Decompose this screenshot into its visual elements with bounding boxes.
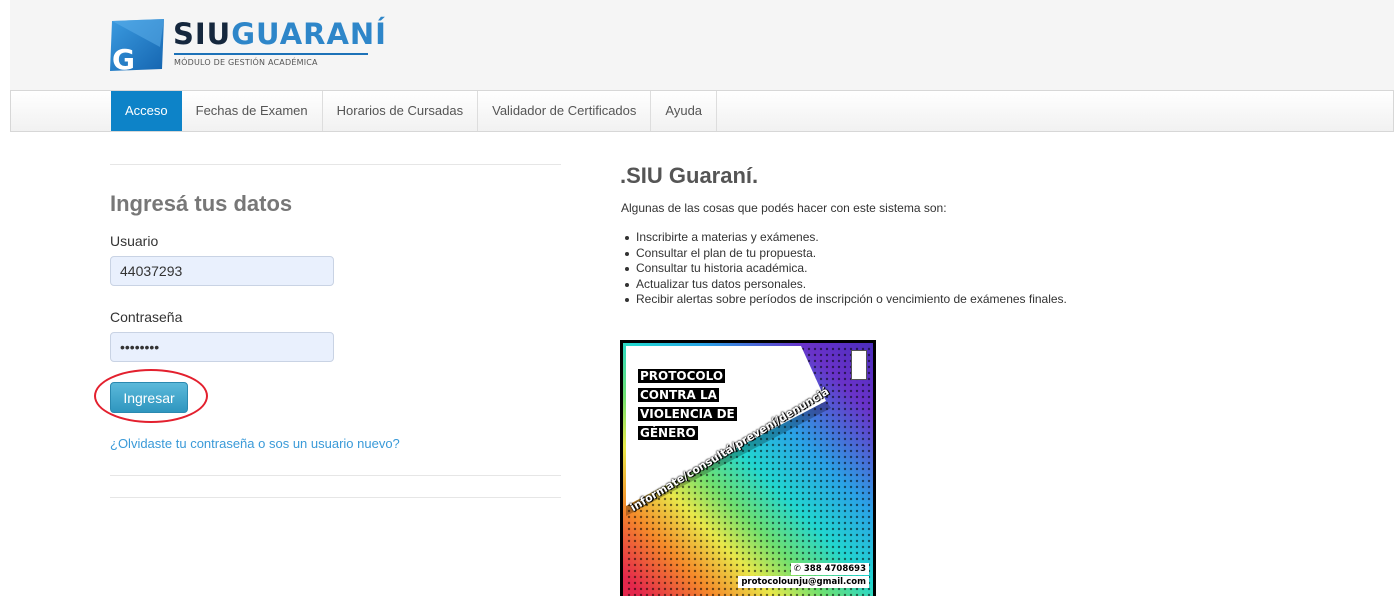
brand-siu: SIU bbox=[173, 17, 232, 51]
features-list: Inscribirte a materias y exámenes. Consu… bbox=[621, 230, 1067, 308]
nav-item-acceso[interactable]: Acceso bbox=[111, 91, 182, 131]
info-title: .SIU Guaraní. bbox=[620, 163, 759, 188]
poster-phone: ✆ 388 4708693 bbox=[790, 563, 869, 575]
poster-phone-number: 388 4708693 bbox=[803, 564, 866, 574]
poster-title-line: GÉNERO bbox=[638, 426, 698, 440]
user-label: Usuario bbox=[110, 233, 159, 249]
main-navbar: Acceso Fechas de Examen Horarios de Curs… bbox=[10, 90, 1394, 132]
info-intro: Algunas de las cosas que podés hacer con… bbox=[621, 201, 947, 215]
list-item: Recibir alertas sobre períodos de inscri… bbox=[621, 292, 1067, 308]
nav-item-fechas-de-examen[interactable]: Fechas de Examen bbox=[182, 91, 323, 131]
university-seal-icon bbox=[851, 350, 867, 380]
nav-item-validador-de-certificados[interactable]: Validador de Certificados bbox=[478, 91, 652, 131]
brand-guarani: GUARANÍ bbox=[231, 17, 387, 51]
siu-guarani-logo-icon: G bbox=[110, 19, 164, 73]
list-item: Consultar el plan de tu propuesta. bbox=[621, 246, 1067, 262]
user-input[interactable] bbox=[110, 256, 334, 286]
poster-gradient-background: PROTOCOLO CONTRA LA VIOLENCIA DE GÉNERO … bbox=[623, 343, 873, 596]
poster-title: PROTOCOLO CONTRA LA VIOLENCIA DE GÉNERO bbox=[638, 367, 737, 443]
nav-menu: Acceso Fechas de Examen Horarios de Curs… bbox=[111, 91, 718, 131]
svg-text:G: G bbox=[112, 43, 135, 73]
brand-subtitle: MÓDULO DE GESTIÓN ACADÉMICA bbox=[174, 58, 318, 67]
password-label: Contraseña bbox=[110, 309, 183, 325]
highlight-circle-annotation bbox=[94, 369, 208, 423]
brand-underline bbox=[174, 53, 368, 55]
list-item: Consultar tu historia académica. bbox=[621, 261, 1067, 277]
divider-top bbox=[110, 164, 561, 165]
poster-title-line: PROTOCOLO bbox=[638, 369, 726, 383]
poster-title-line: CONTRA LA bbox=[638, 388, 719, 402]
list-item: Inscribirte a materias y exámenes. bbox=[621, 230, 1067, 246]
forgot-password-link[interactable]: ¿Olvidaste tu contraseña o sos un usuari… bbox=[110, 436, 400, 451]
divider-middle bbox=[110, 475, 561, 476]
poster-email: protocolounju@gmail.com bbox=[738, 576, 869, 588]
nav-item-horarios-de-cursadas[interactable]: Horarios de Cursadas bbox=[323, 91, 479, 131]
list-item: Actualizar tus datos personales. bbox=[621, 277, 1067, 293]
protocol-poster-image: PROTOCOLO CONTRA LA VIOLENCIA DE GÉNERO … bbox=[620, 340, 876, 596]
brand-title: SIUGUARANÍ bbox=[173, 19, 387, 49]
divider-bottom bbox=[110, 497, 561, 498]
password-input[interactable] bbox=[110, 332, 334, 362]
login-title: Ingresá tus datos bbox=[110, 191, 293, 216]
nav-item-ayuda[interactable]: Ayuda bbox=[651, 91, 718, 131]
poster-title-line: VIOLENCIA DE bbox=[638, 407, 737, 421]
